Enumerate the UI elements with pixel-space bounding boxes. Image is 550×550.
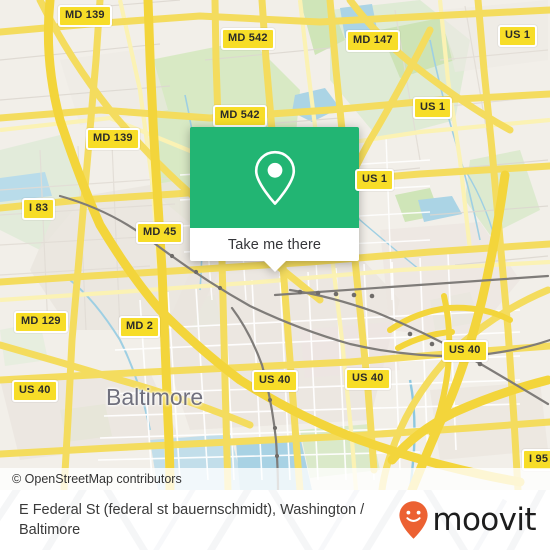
road-shield-us-40-centerright[interactable]: US 40 bbox=[345, 368, 391, 390]
popup-action-bar[interactable]: Take me there bbox=[190, 228, 359, 272]
road-shield-us-1-upper[interactable]: US 1 bbox=[413, 97, 453, 119]
map-city-label-baltimore: Baltimore bbox=[106, 384, 204, 410]
road-shield-us-1-topright[interactable]: US 1 bbox=[498, 25, 538, 47]
road-shield-us-40-center[interactable]: US 40 bbox=[252, 370, 298, 392]
road-shield-md-129[interactable]: MD 129 bbox=[14, 311, 68, 333]
road-shield-i-83[interactable]: I 83 bbox=[22, 198, 56, 220]
popup-header bbox=[190, 127, 359, 228]
moovit-smiley-pin-icon bbox=[399, 501, 428, 539]
road-shield-md-139-mid[interactable]: MD 139 bbox=[86, 128, 140, 150]
road-shield-us-40-left[interactable]: US 40 bbox=[12, 380, 58, 402]
road-shield-md-147[interactable]: MD 147 bbox=[346, 30, 400, 52]
take-me-there-label: Take me there bbox=[227, 236, 322, 253]
moovit-station-map-screen: Baltimore MD 139 MD 542 MD 147 US 1 MD 5… bbox=[0, 0, 550, 550]
station-title: E Federal St (federal st bauernschmidt),… bbox=[19, 502, 365, 538]
page-footer: E Federal St (federal st bauernschmidt),… bbox=[0, 490, 550, 550]
road-shield-md-2[interactable]: MD 2 bbox=[119, 316, 161, 338]
popup-pointer-tail bbox=[263, 261, 286, 272]
map-pin-icon bbox=[254, 150, 295, 205]
road-shield-md-139-top[interactable]: MD 139 bbox=[58, 5, 112, 27]
road-shield-md-45[interactable]: MD 45 bbox=[136, 222, 184, 244]
road-shield-us-1-behind-popup[interactable]: US 1 bbox=[355, 169, 395, 191]
road-shield-md-542-mid[interactable]: MD 542 bbox=[213, 105, 267, 127]
osm-attribution[interactable]: © OpenStreetMap contributors bbox=[0, 468, 550, 490]
station-popup-card[interactable]: Take me there bbox=[190, 127, 359, 272]
road-shield-us-40-right[interactable]: US 40 bbox=[442, 340, 488, 362]
moovit-brand[interactable]: moovit bbox=[398, 500, 550, 540]
road-shield-md-542-top[interactable]: MD 542 bbox=[221, 28, 275, 50]
moovit-wordmark: moovit bbox=[432, 501, 536, 538]
map-viewport[interactable]: Baltimore MD 139 MD 542 MD 147 US 1 MD 5… bbox=[0, 0, 550, 490]
